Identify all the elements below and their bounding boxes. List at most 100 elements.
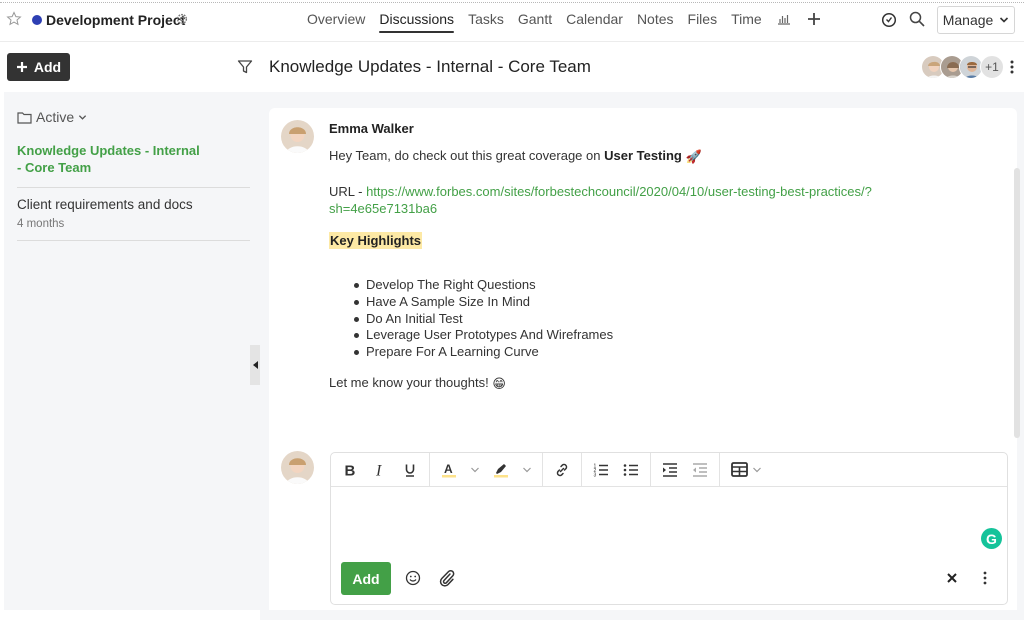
collapse-sidebar-handle[interactable]: [250, 345, 260, 385]
timer-icon[interactable]: [881, 12, 897, 28]
bulleted-list-button[interactable]: [616, 456, 646, 484]
window-top-border: [0, 2, 1024, 3]
close-icon[interactable]: [945, 571, 959, 585]
tab-discussions[interactable]: Discussions: [372, 11, 461, 35]
manage-label: Manage: [942, 12, 994, 28]
rocket-emoji: 🚀: [685, 148, 702, 164]
top-navigation-bar: Development Project Overview Discussions…: [0, 4, 1024, 42]
svg-text:A: A: [444, 462, 453, 476]
author-avatar[interactable]: [281, 120, 314, 153]
highlight-color-dropdown[interactable]: [516, 456, 538, 484]
manage-dropdown[interactable]: Manage: [937, 6, 1015, 34]
message-url: URL - https://www.forbes.com/sites/forbe…: [329, 183, 872, 217]
bold-button[interactable]: B: [335, 456, 365, 484]
indent-group: [651, 452, 720, 487]
tab-tasks[interactable]: Tasks: [461, 11, 511, 35]
chevron-down-icon: [1000, 17, 1009, 23]
list-group: 123: [582, 452, 651, 487]
filter-icon[interactable]: [237, 59, 253, 75]
submit-comment-button[interactable]: Add: [341, 562, 391, 595]
closing-text: Let me know your thoughts!: [329, 375, 489, 390]
more-options-icon[interactable]: [980, 570, 990, 586]
chevron-down-icon: [753, 467, 761, 472]
link-button[interactable]: [547, 456, 577, 484]
chevron-down-icon: [78, 114, 87, 120]
discussion-list-item[interactable]: Client requirements and docs 4 months: [17, 196, 250, 241]
more-options-icon[interactable]: [1006, 59, 1018, 75]
link-icon: [556, 463, 568, 476]
text-color-dropdown[interactable]: [464, 456, 486, 484]
list-item: Have A Sample Size In Mind: [352, 294, 613, 311]
url-prefix: URL -: [329, 184, 367, 199]
svg-text:3: 3: [594, 472, 597, 478]
plus-icon: [807, 13, 820, 25]
message-intro-bold: User Testing: [604, 148, 682, 163]
list-item: Develop The Right Questions: [352, 277, 613, 294]
tab-time[interactable]: Time: [724, 11, 769, 35]
folder-label: Active: [36, 109, 75, 125]
message-closing: Let me know your thoughts! 😁: [329, 375, 506, 392]
numbered-list-button[interactable]: 123: [586, 456, 616, 484]
tab-notes[interactable]: Notes: [630, 11, 681, 35]
highlight-color-button[interactable]: [486, 456, 516, 484]
underline-button[interactable]: [395, 456, 425, 484]
italic-icon: I: [375, 463, 382, 477]
color-group: A: [430, 452, 543, 487]
link-group: [543, 452, 582, 487]
current-user-avatar: [281, 451, 314, 484]
forbes-link[interactable]: https://www.forbes.com/sites/forbestechc…: [329, 184, 872, 216]
grin-emoji: 😁: [492, 375, 506, 391]
discussion-list-item[interactable]: Knowledge Updates - Internal - Core Team: [17, 142, 250, 188]
table-dropdown[interactable]: [746, 456, 768, 484]
text-color-icon: A: [442, 462, 456, 477]
grammarly-button[interactable]: G: [981, 528, 1002, 549]
reports-icon: [777, 15, 790, 25]
add-tab-button[interactable]: [799, 11, 829, 35]
text-color-button[interactable]: A: [434, 456, 464, 484]
bold-icon: B: [345, 463, 356, 477]
tab-reports[interactable]: [769, 11, 799, 35]
project-color-dot: [32, 15, 42, 25]
italic-button[interactable]: I: [365, 456, 395, 484]
svg-text:I: I: [375, 463, 382, 477]
star-icon[interactable]: [6, 11, 22, 27]
tab-calendar[interactable]: Calendar: [559, 11, 630, 35]
attachment-icon[interactable]: [438, 569, 456, 587]
highlighted-text: Key Highlights: [329, 232, 423, 249]
search-icon[interactable]: [909, 11, 925, 27]
emoji-icon[interactable]: [405, 570, 421, 586]
chevron-down-icon: [523, 467, 531, 472]
folder-filter-dropdown[interactable]: Active: [17, 109, 87, 125]
caret-left-icon: [252, 361, 258, 369]
thread-scrollbar[interactable]: [1014, 168, 1020, 438]
discussion-item-title: Knowledge Updates - Internal - Core Team: [17, 143, 200, 175]
indent-button[interactable]: [655, 456, 685, 484]
more-members-badge[interactable]: +1: [980, 55, 1004, 79]
reply-editor[interactable]: [331, 488, 1007, 558]
add-discussion-button[interactable]: Add: [7, 53, 70, 81]
message-intro: Hey Team, do check out this great covera…: [329, 148, 702, 165]
project-tabs: Overview Discussions Tasks Gantt Calenda…: [300, 11, 829, 35]
tab-overview[interactable]: Overview: [300, 11, 372, 35]
discussion-item-age: 4 months: [17, 218, 65, 230]
svg-text:B: B: [345, 463, 356, 477]
outdent-button[interactable]: [685, 456, 715, 484]
highlights-list: Develop The Right Questions Have A Sampl…: [352, 277, 613, 361]
table-icon: [730, 462, 748, 477]
numbered-list-icon: 123: [594, 463, 608, 478]
link-text: sh=4e65e7131ba6: [329, 201, 438, 216]
tab-gantt[interactable]: Gantt: [511, 11, 559, 35]
add-label: Add: [33, 59, 62, 75]
gear-icon[interactable]: [175, 12, 189, 26]
indent-icon: [663, 462, 677, 477]
chevron-down-icon: [471, 467, 479, 472]
folder-icon: [17, 111, 32, 124]
plus-icon: [16, 62, 27, 72]
message-intro-text: Hey Team, do check out this great covera…: [329, 148, 605, 163]
discussion-title: Knowledge Updates - Internal - Core Team: [269, 57, 591, 76]
project-name[interactable]: Development Project: [46, 12, 185, 28]
tab-files[interactable]: Files: [681, 11, 725, 35]
message-author[interactable]: Emma Walker: [329, 121, 414, 136]
discussion-sidebar: Active Knowledge Updates - Internal - Co…: [4, 92, 260, 610]
member-avatars[interactable]: +1: [921, 55, 1004, 79]
